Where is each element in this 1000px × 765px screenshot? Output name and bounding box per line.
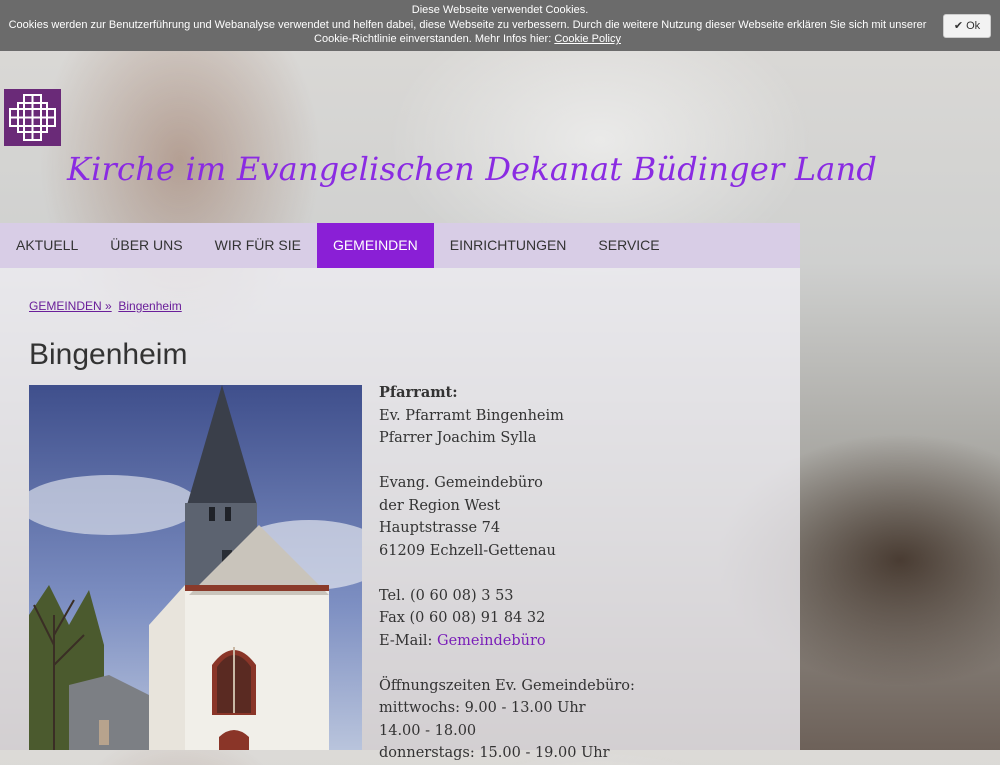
cookie-title: Diese Webseite verwendet Cookies. <box>411 4 589 16</box>
nav-item-wir-fuer-sie[interactable]: WIR FÜR SIE <box>199 223 317 268</box>
nav-item-service[interactable]: SERVICE <box>582 223 675 268</box>
breadcrumb: GEMEINDEN » Bingenheim <box>29 299 182 313</box>
site-title[interactable]: Kirche im Evangelischen Dekanat Büdinger… <box>67 150 877 188</box>
dekanat-logo[interactable] <box>4 89 61 146</box>
address-street: Hauptstrasse 74 <box>379 520 501 536</box>
nav-item-einrichtungen[interactable]: EINRICHTUNGEN <box>434 223 583 268</box>
cookie-bar: Diese Webseite verwendet Cookies. Cookie… <box>0 0 1000 51</box>
nav-item-aktuell[interactable]: AKTUELL <box>0 223 94 268</box>
hours-title: Öffnungszeiten Ev. Gemeindebüro: <box>379 677 635 694</box>
buero-line-2: der Region West <box>379 497 501 514</box>
email-line: E-Mail: Gemeindebüro <box>379 630 779 653</box>
breadcrumb-gemeinden[interactable]: GEMEINDEN » <box>29 299 112 313</box>
cookie-policy-link[interactable]: Cookie Policy <box>554 33 621 45</box>
pfarrer-name: Pfarrer Joachim Sylla <box>379 430 537 446</box>
hours-line-1: mittwochs: 9.00 - 13.00 Uhr <box>379 700 586 716</box>
hours-line-2: 14.00 - 18.00 <box>379 722 477 739</box>
church-photo <box>29 385 362 750</box>
address-city: 61209 Echzell-Gettenau <box>379 542 556 559</box>
nav-item-ueber-uns[interactable]: ÜBER UNS <box>94 223 198 268</box>
email-link[interactable]: Gemeindebüro <box>437 633 546 649</box>
hours-line-3: donnerstags: 15.00 - 19.00 Uhr <box>379 745 610 761</box>
cross-logo-icon <box>9 94 56 141</box>
main-nav: AKTUELL ÜBER UNS WIR FÜR SIE GEMEINDEN E… <box>0 223 800 268</box>
fax: Fax (0 60 08) 91 84 32 <box>379 610 546 626</box>
cookie-text: Cookies werden zur Benutzerführung und W… <box>0 18 935 46</box>
page-title: Bingenheim <box>29 338 188 371</box>
check-icon: ✔ <box>953 20 964 32</box>
pfarramt-name: Ev. Pfarramt Bingenheim <box>379 407 564 424</box>
cookie-ok-button[interactable]: ✔ Ok <box>943 14 991 38</box>
email-label: E-Mail: <box>379 632 438 649</box>
nav-item-gemeinden[interactable]: GEMEINDEN <box>316 223 434 268</box>
main-content: GEMEINDEN » Bingenheim Bingenheim Pfarra… <box>0 268 800 761</box>
cookie-ok-label: Ok <box>966 20 981 32</box>
phone: Tel. (0 60 08) 3 53 <box>379 587 514 604</box>
buero-line-1: Evang. Gemeindebüro <box>379 475 543 491</box>
pfarramt-label: Pfarramt: <box>379 384 458 401</box>
cookie-text-body: Cookies werden zur Benutzerführung und W… <box>8 19 927 45</box>
contact-info: Pfarramt: Ev. Pfarramt Bingenheim Pfarre… <box>379 382 779 765</box>
breadcrumb-bingenheim[interactable]: Bingenheim <box>118 299 181 313</box>
